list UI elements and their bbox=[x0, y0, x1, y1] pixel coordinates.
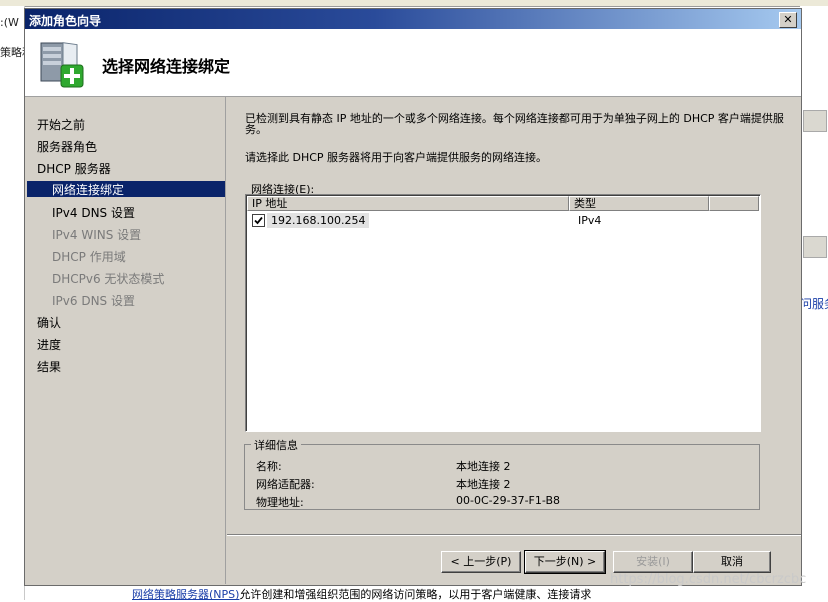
description-text: 已检测到具有静态 IP 地址的一个或多个网络连接。每个网络连接都可用于为单独子网… bbox=[245, 112, 784, 136]
nav-step-dhcpv6-stateless[interactable]: DHCPv6 无状态模式 bbox=[52, 270, 164, 287]
parent-right-actions bbox=[800, 22, 828, 262]
nav-step-network-binding[interactable]: 网络连接绑定 bbox=[27, 181, 225, 197]
instruction-text: 请选择此 DHCP 服务器将用于向客户端提供服务的网络连接。 bbox=[245, 151, 548, 164]
nav-step-dhcp-server[interactable]: DHCP 服务器 bbox=[37, 160, 111, 177]
nav-step-before-you-begin[interactable]: 开始之前 bbox=[37, 116, 85, 133]
nav-step-label: 网络连接绑定 bbox=[52, 183, 125, 197]
column-ip-address[interactable]: IP 地址 bbox=[247, 196, 569, 211]
column-empty bbox=[709, 196, 759, 211]
nav-step-dhcp-scopes[interactable]: DHCP 作用域 bbox=[52, 248, 126, 265]
detail-mac-label: 物理地址: bbox=[256, 496, 304, 509]
close-icon: ✕ bbox=[783, 13, 793, 26]
parent-left-pane: :(W 策略和 bbox=[0, 6, 25, 600]
dialog-titlebar[interactable]: 添加角色向导 ✕ bbox=[25, 9, 801, 29]
nav-step-progress[interactable]: 进度 bbox=[37, 336, 61, 353]
parent-action-button[interactable] bbox=[803, 110, 827, 132]
nav-step-ipv4-dns[interactable]: IPv4 DNS 设置 bbox=[52, 204, 135, 221]
install-button[interactable]: 安装(I) bbox=[613, 551, 693, 573]
watermark: https://blog.csdn.net/cbcrzcbc bbox=[610, 572, 807, 587]
nav-step-ipv6-dns[interactable]: IPv6 DNS 设置 bbox=[52, 292, 135, 309]
dialog-title: 添加角色向导 bbox=[29, 14, 102, 28]
nav-step-ipv4-wins[interactable]: IPv4 WINS 设置 bbox=[52, 226, 141, 243]
network-connections-list[interactable]: IP 地址 类型 192.168.100.254 IPv4 bbox=[245, 194, 761, 432]
next-button[interactable]: 下一步(N) > bbox=[524, 550, 606, 574]
close-button[interactable]: ✕ bbox=[779, 12, 797, 28]
detail-adapter-value: 本地连接 2 bbox=[456, 478, 511, 491]
details-group: 详细信息 名称: 本地连接 2 网络适配器: 本地连接 2 物理地址: 00-0… bbox=[244, 437, 760, 510]
button-separator bbox=[227, 534, 801, 536]
page-title: 选择网络连接绑定 bbox=[102, 57, 231, 76]
column-type[interactable]: 类型 bbox=[569, 196, 709, 211]
parent-window-toolbar bbox=[0, 0, 828, 7]
add-roles-wizard-dialog: 添加角色向导 ✕ 选择网络连接绑定 开始之前 服务器角色 DHCP 服务器 网络… bbox=[24, 8, 802, 586]
row-ip-address: 192.168.100.254 bbox=[267, 213, 370, 228]
nav-step-server-roles[interactable]: 服务器角色 bbox=[37, 138, 97, 155]
previous-button[interactable]: < 上一步(P) bbox=[441, 551, 521, 573]
detail-mac-value: 00-0C-29-37-F1-B8 bbox=[456, 494, 560, 507]
parent-left-text: 策略和 bbox=[0, 46, 24, 59]
parent-action-button[interactable] bbox=[803, 236, 827, 258]
row-checkbox[interactable] bbox=[252, 214, 265, 227]
wizard-header: 选择网络连接绑定 bbox=[25, 29, 801, 97]
parent-right-link[interactable]: 问服务 bbox=[800, 295, 828, 312]
detail-name-value: 本地连接 2 bbox=[456, 460, 511, 473]
row-type: IPv4 bbox=[578, 214, 602, 227]
detail-adapter-label: 网络适配器: bbox=[256, 478, 315, 491]
wizard-steps-nav: 开始之前 服务器角色 DHCP 服务器 网络连接绑定 IPv4 DNS 设置 I… bbox=[25, 97, 226, 584]
server-add-role-icon bbox=[37, 37, 85, 92]
details-legend: 详细信息 bbox=[251, 437, 301, 453]
detail-name-label: 名称: bbox=[256, 460, 282, 473]
wizard-content: 已检测到具有静态 IP 地址的一个或多个网络连接。每个网络连接都可用于为单独子网… bbox=[227, 97, 801, 584]
parent-left-text: :(W bbox=[0, 16, 19, 29]
nps-description: 允许创建和增强组织范围的网络访问策略，以用于客户端健康、连接请求 bbox=[239, 588, 592, 601]
nav-step-results[interactable]: 结果 bbox=[37, 358, 61, 375]
cancel-button[interactable]: 取消 bbox=[693, 551, 771, 573]
checkmark-icon bbox=[254, 216, 263, 225]
nps-link[interactable]: 网络策略服务器(NPS) bbox=[132, 588, 239, 601]
nav-step-confirmation[interactable]: 确认 bbox=[37, 314, 61, 331]
